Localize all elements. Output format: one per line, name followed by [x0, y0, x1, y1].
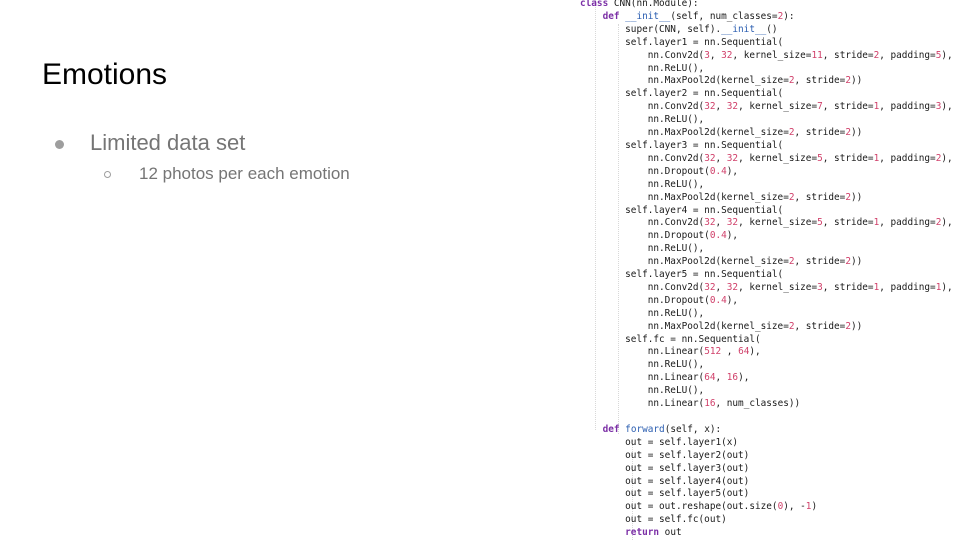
code-line: out = self.fc(out)	[580, 514, 727, 526]
code-line: nn.Conv2d(32, 32, kernel_size=7, stride=…	[580, 101, 953, 113]
code-line: nn.ReLU(),	[580, 359, 705, 371]
code-line: out = self.layer2(out)	[580, 449, 750, 461]
code-line: nn.MaxPool2d(kernel_size=2, stride=2))	[580, 191, 863, 203]
code-line: return out	[625, 527, 682, 539]
code-line: out = self.layer3(out)	[580, 462, 750, 474]
code-line: nn.MaxPool2d(kernel_size=2, stride=2))	[580, 320, 863, 332]
code-line: out = out.reshape(out.size(0), -1)	[580, 501, 818, 513]
code-line: nn.Linear(16, num_classes))	[580, 398, 801, 410]
code-line: nn.ReLU(),	[580, 243, 705, 255]
code-line: nn.MaxPool2d(kernel_size=2, stride=2))	[580, 127, 863, 139]
sub-bullet-text: 12 photos per each emotion	[139, 164, 350, 183]
bullet-text: Limited data set	[90, 130, 246, 155]
code-line: nn.Linear(512 , 64),	[580, 346, 761, 358]
code-line: def forward(self, x):	[602, 423, 722, 435]
code-line: self.layer3 = nn.Sequential(	[580, 139, 784, 151]
code-line: def __init__(self, num_classes=2):	[602, 10, 795, 22]
code-line: self.layer1 = nn.Sequential(	[580, 36, 784, 48]
code-line: nn.ReLU(),	[580, 62, 705, 74]
code-line: nn.Dropout(0.4),	[580, 230, 739, 242]
code-line: nn.Dropout(0.4),	[580, 165, 739, 177]
code-line: nn.Dropout(0.4),	[580, 294, 739, 306]
sub-bullet-ring-icon	[104, 171, 111, 178]
slide: Emotions Limited data set 12 photos per …	[0, 0, 960, 540]
code-line: self.layer2 = nn.Sequential(	[580, 88, 784, 100]
slide-title: Emotions	[42, 58, 168, 91]
code-screenshot: class CNN(nn.Module): def __init__(self,…	[576, 0, 960, 540]
code-line: out = self.layer5(out)	[580, 488, 750, 500]
code-line: self.layer4 = nn.Sequential(	[580, 204, 784, 216]
code-line: out = self.layer1(x)	[580, 436, 739, 448]
code-line: nn.MaxPool2d(kernel_size=2, stride=2))	[580, 256, 863, 268]
code-line: super(CNN, self).__init__()	[580, 23, 778, 35]
code-line: nn.Linear(64, 16),	[580, 372, 750, 384]
code-line: out = self.layer4(out)	[580, 475, 750, 487]
code-line: nn.ReLU(),	[580, 307, 705, 319]
code-line: nn.ReLU(),	[580, 114, 705, 126]
code-block: class CNN(nn.Module): def __init__(self,…	[580, 0, 953, 540]
code-line: self.layer5 = nn.Sequential(	[580, 269, 784, 281]
code-line: nn.Conv2d(32, 32, kernel_size=5, stride=…	[580, 152, 953, 164]
code-line: nn.Conv2d(3, 32, kernel_size=11, stride=…	[580, 49, 953, 61]
code-line: class CNN(nn.Module):	[580, 0, 699, 9]
code-line: nn.Conv2d(32, 32, kernel_size=3, stride=…	[580, 281, 953, 293]
code-line: nn.ReLU(),	[580, 385, 705, 397]
code-line: self.fc = nn.Sequential(	[580, 333, 761, 345]
code-line: nn.ReLU(),	[580, 178, 705, 190]
bullet-dot-icon	[55, 140, 64, 149]
code-line: nn.MaxPool2d(kernel_size=2, stride=2))	[580, 75, 863, 87]
code-line: nn.Conv2d(32, 32, kernel_size=5, stride=…	[580, 217, 953, 229]
